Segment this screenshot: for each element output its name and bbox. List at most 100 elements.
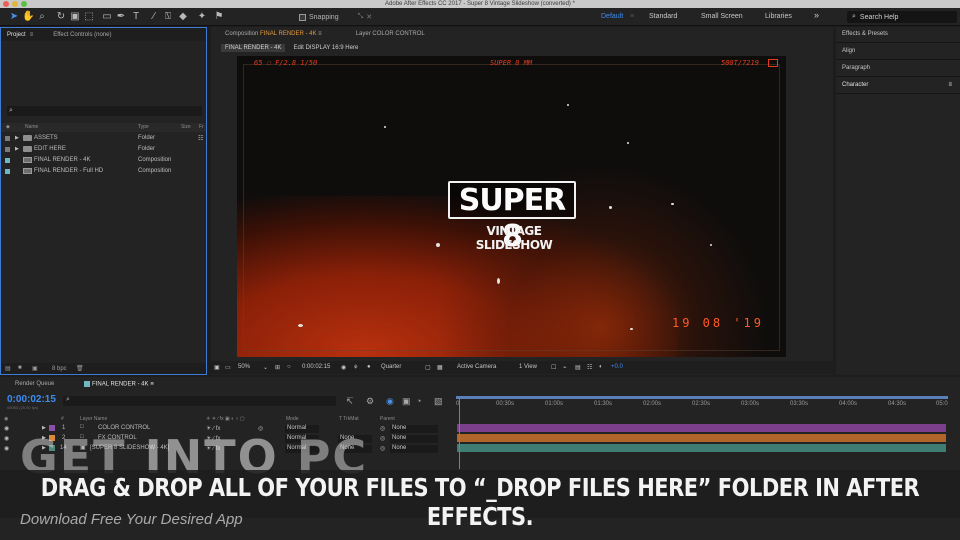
draft-3d-icon[interactable]: ⚙ [366,396,374,407]
workspace-standard[interactable]: Standard [649,13,677,20]
selection-tool-icon[interactable]: ➤ [8,11,20,23]
project-menu-icon[interactable]: ≡ [30,32,34,38]
graph-editor-icon[interactable]: ▧ [434,396,443,407]
time-ruler[interactable]: 0 00:30s 01:00s 01:30s 02:00s 02:30s 03:… [456,398,950,412]
composition-menu-icon[interactable]: ≡ [318,31,322,37]
align-panel[interactable]: Align [836,44,960,60]
character-panel[interactable]: Character ≡ [836,78,960,94]
tab-project[interactable]: Project [7,32,26,38]
toggle-pixel-aspect-icon[interactable]: ☐ [551,364,556,371]
brush-tool-icon[interactable]: ∕ [148,11,160,23]
timeline-menu-icon[interactable]: ≡ [150,381,154,387]
label-color-swatch[interactable] [5,147,10,152]
snap-target-icon[interactable]: ✕ [366,13,372,21]
disclosure-triangle-icon[interactable]: ▶ [15,146,19,152]
clone-stamp-tool-icon[interactable]: ⍂ [162,11,174,23]
more-workspaces-button[interactable]: » [814,10,819,20]
pickwhip-icon[interactable]: ◎ [380,425,385,432]
puppet-pin-tool-icon[interactable]: ⚑ [213,11,225,23]
pickwhip-icon[interactable]: ◎ [380,435,385,442]
frame-rate-column-header[interactable]: Fr [199,124,204,130]
camera-tool-icon[interactable]: ▣ [69,11,81,23]
disclosure-triangle-icon[interactable]: ▶ [15,135,19,141]
flowchart-icon[interactable]: ☷ [198,135,203,142]
zoom-tool-icon[interactable]: ⌕ [36,11,48,23]
layer-duration-bar[interactable] [457,444,946,452]
snapshot-icon[interactable]: ◉ [341,364,346,371]
pan-behind-tool-icon[interactable]: ⬚ [83,11,95,23]
current-time-indicator[interactable]: 0:00:02:15 [7,394,56,405]
layer-search-input[interactable]: ⌕ [63,396,336,406]
snap-options-icon[interactable]: ⤡ [358,13,364,21]
shy-layers-icon[interactable]: ◉ [386,396,394,407]
parent-dropdown[interactable]: None [390,425,438,433]
project-item[interactable]: FINAL RENDER - 4K Composition [1,155,206,166]
breadcrumb-edit-display[interactable]: Edit DISPLAY 16:9 Here [293,45,358,51]
type-column-header[interactable]: Type [138,124,149,130]
label-color-swatch[interactable] [5,169,10,174]
view-layout-dropdown[interactable]: 1 View [519,364,537,370]
project-item[interactable]: ▶ ASSETS Folder ☷ [1,133,206,144]
rotate-tool-icon[interactable]: ↻ [55,11,67,23]
label-color-swatch[interactable] [5,136,10,141]
tab-effect-controls[interactable]: Effect Controls (none) [53,32,111,38]
visibility-eye-icon[interactable]: ◉ [4,445,9,452]
mask-visibility-icon[interactable]: ○ [287,364,291,370]
color-channel-icon[interactable]: ● [367,364,371,370]
visibility-eye-icon[interactable]: ◉ [4,425,9,432]
new-folder-icon[interactable]: ■ [18,365,22,371]
eraser-tool-icon[interactable]: ◆ [177,11,189,23]
character-menu-icon[interactable]: ≡ [948,82,952,88]
show-channel-icon[interactable]: ⚘ [353,364,358,371]
region-of-interest-icon[interactable]: ▢ [425,364,431,371]
rectangle-tool-icon[interactable]: ▭ [101,11,113,23]
always-preview-icon[interactable]: ▣ [214,364,220,371]
motion-blur-icon[interactable]: ◔ [416,396,421,406]
workspace-small-screen[interactable]: Small Screen [701,13,743,20]
paragraph-panel[interactable]: Paragraph [836,61,960,77]
exposure-value[interactable]: +0.0 [611,364,623,370]
camera-view-dropdown[interactable]: Active Camera [457,364,496,370]
tab-final-render-timeline[interactable]: FINAL RENDER - 4K ≡ [84,380,154,387]
bit-depth-button[interactable]: 8 bpc [52,366,67,372]
interpret-footage-icon[interactable]: ▤ [5,365,11,372]
snapping-checkbox[interactable] [299,13,306,21]
zoom-level-dropdown[interactable]: 50% [238,364,250,370]
name-column-header[interactable]: Name [25,124,38,130]
visibility-eye-icon[interactable]: ◉ [4,435,9,442]
effects-presets-panel[interactable]: Effects & Presets [836,27,960,43]
pickwhip-icon[interactable]: ◎ [380,445,385,452]
search-help-field[interactable]: ⌕ Search Help [847,11,957,23]
grid-toggle-icon[interactable]: ⊞ [275,364,280,371]
layer-name-header[interactable]: Layer Name [80,416,107,422]
playhead[interactable] [459,399,460,469]
label-color-swatch[interactable] [5,158,10,163]
workspace-default[interactable]: Default [601,13,623,20]
fast-previews-icon[interactable]: ⌁ [563,364,567,371]
composition-viewer[interactable]: 65 ☐ F/2.8 1/50 SUPER 8 MM 500T/7219 SUP… [237,56,786,357]
snapping-toggle[interactable]: Snapping ⤡ ✕ [299,13,372,21]
resolution-dropdown[interactable]: Quarter [381,364,401,370]
comp-mini-flowchart-icon[interactable]: ↸ [346,396,354,407]
tab-render-queue[interactable]: Render Queue [15,381,54,387]
tab-composition[interactable]: Composition FINAL RENDER - 4K ≡ [225,31,322,37]
roto-brush-tool-icon[interactable]: ✦ [196,11,208,23]
size-column-header[interactable]: Size [181,124,191,130]
monitor-icon[interactable]: ▭ [225,364,231,371]
project-item[interactable]: ▶ EDIT HERE Folder [1,144,206,155]
workspace-libraries[interactable]: Libraries [765,13,792,20]
layer-duration-bar[interactable] [457,434,946,442]
hand-tool-icon[interactable]: ✋ [22,11,34,23]
breadcrumb-final-render[interactable]: FINAL RENDER - 4K [221,44,286,52]
pen-tool-icon[interactable]: ✒ [115,11,127,23]
reset-exposure-icon[interactable]: ◐ [599,364,603,370]
transparency-grid-icon[interactable]: ▦ [437,364,443,371]
type-tool-icon[interactable]: T [130,11,142,23]
parent-dropdown[interactable]: None [390,435,438,443]
new-composition-icon[interactable]: ▣ [32,365,38,372]
tab-layer[interactable]: Layer COLOR CONTROL [356,31,425,37]
project-item[interactable]: FINAL RENDER - Full HD Composition [1,166,206,177]
av-features-icon[interactable]: ◉ [4,416,8,422]
flowchart-icon[interactable]: ☷ [587,364,592,371]
trash-icon[interactable]: 🗑 [76,365,84,372]
